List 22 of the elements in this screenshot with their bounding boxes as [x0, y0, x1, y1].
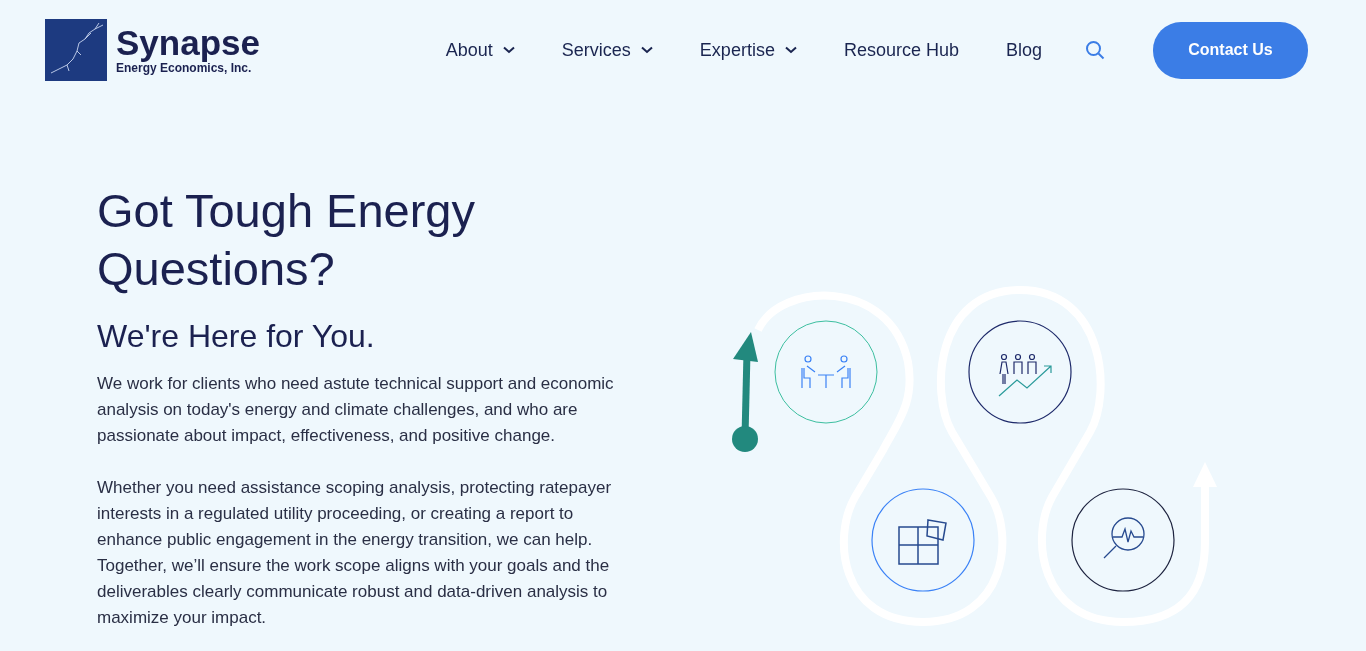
contact-button[interactable]: Contact Us [1153, 21, 1308, 79]
hero-subtitle: We're Here for You. [97, 318, 376, 355]
meeting-icon [774, 320, 878, 424]
chevron-icon [784, 46, 797, 54]
chevron-icon [640, 46, 653, 54]
logo-name: Synapse [116, 25, 260, 61]
chevron-icon [502, 46, 515, 54]
nav-link[interactable]: Resource Hub [843, 39, 959, 61]
hero-title: Got Tough Energy Questions? [97, 183, 476, 297]
nav-link[interactable]: Services [561, 39, 653, 61]
magnifier-pulse-icon [1071, 488, 1175, 592]
paragraph: We work for clients who need astute technical support and economic analysis on today's energy and climate challenges, and who are passionate about impact, effectiveness, and positive change. [97, 373, 615, 447]
paragraph: Whether you need assistance scoping analysis, protecting ratepayer interests in a regulated utility proceeding, or creating a report to enhance public engagement in the energy transition, we can help. Together, we’ll ensure the work scope aligns with your goals and the deliverables clearly communicate robust and data-driven analysis to maximize your impact. [97, 477, 613, 629]
logo-mark-icon [45, 19, 107, 81]
team-growth-icon [968, 320, 1072, 424]
nav-link[interactable]: About [445, 39, 515, 61]
logo-tagline: Energy Economics, Inc. [116, 61, 252, 75]
puzzle-icon [871, 488, 975, 592]
search-icon[interactable] [1085, 40, 1105, 60]
arrow-icon [732, 332, 758, 452]
nav-link[interactable]: Expertise [699, 39, 797, 61]
nav-link[interactable]: Blog [1005, 39, 1042, 61]
